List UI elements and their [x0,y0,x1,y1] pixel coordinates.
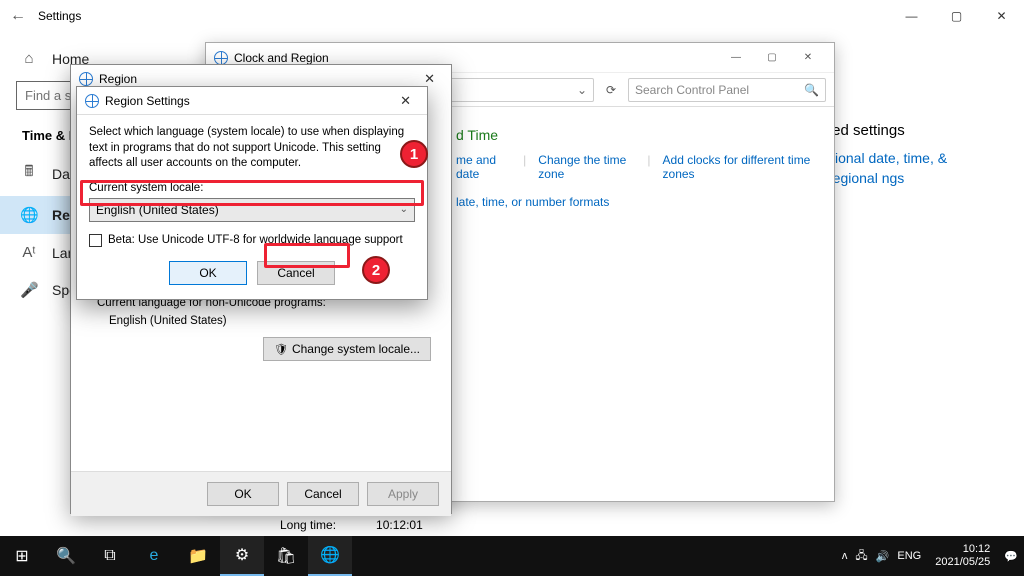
apply-button[interactable]: Apply [367,482,439,506]
close-button[interactable]: ✕ [790,46,826,70]
ok-button[interactable]: OK [169,261,247,285]
related-settings: ted settings itional date, time, & regio… [828,122,998,188]
action-center-button[interactable]: 💬 [1004,550,1018,563]
close-button[interactable]: ✕ [979,0,1024,32]
search-button[interactable]: 🔍 [44,536,88,576]
current-locale-label: Current system locale: [89,182,415,194]
cancel-button[interactable]: Cancel [257,261,335,285]
region-settings-titlebar[interactable]: Region Settings ✕ [77,87,427,115]
link-change-formats[interactable]: late, time, or number formats [456,195,814,209]
change-system-locale-button[interactable]: Change system locale... [263,337,431,361]
taskbar-tray: ʌ 🖧 🔊 ENG 10:12 2021/05/25 💬 [842,543,1024,568]
chevron-down-icon: ⌄ [400,204,408,215]
close-button[interactable]: ✕ [392,91,419,111]
globe-icon: 🌐 [20,206,38,224]
control-panel-search[interactable]: Search Control Panel 🔍 [628,78,826,102]
date-time-links: me and date| Change the time zone| Add c… [456,153,814,181]
tray-network-icon[interactable]: 🖧 [855,547,867,566]
system-locale-combobox[interactable]: English (United States) ⌄ [89,198,415,222]
settings-title: Settings [38,9,81,23]
taskbar-clock[interactable]: 10:12 2021/05/25 [929,543,996,568]
taskbar-app-explorer[interactable]: 📁 [176,536,220,576]
chevron-down-icon: ⌄ [577,83,587,97]
region-settings-icon [85,94,99,108]
clock-icon: 🖩 [20,161,38,186]
cancel-button[interactable]: Cancel [287,482,359,506]
long-time-row: Long time: 10:12:01 [280,518,423,532]
region-settings-description: Select which language (system locale) to… [89,125,415,172]
non-unicode-value: English (United States) [109,315,437,327]
home-icon: ⌂ [20,50,38,67]
related-heading: ted settings [828,122,998,139]
region-dialog-footer: OK Cancel Apply [71,471,451,516]
search-icon: 🔍 [804,83,819,97]
refresh-button[interactable]: ⟳ [600,83,622,97]
region-settings-dialog: Region Settings ✕ Select which language … [76,86,428,300]
settings-window-buttons: — ▢ ✕ [889,0,1024,32]
related-link[interactable]: itional date, time, & regional ngs [828,149,998,188]
maximize-button[interactable]: ▢ [934,0,979,32]
beta-utf8-checkbox[interactable]: Beta: Use Unicode UTF-8 for worldwide la… [89,234,415,247]
taskbar-app-ie[interactable]: e [132,536,176,576]
back-icon[interactable]: ← [10,7,38,25]
tray-language[interactable]: ENG [897,550,921,562]
mic-icon: 🎤 [20,281,38,299]
tray-volume-icon[interactable]: 🔊 [876,550,890,563]
ok-button[interactable]: OK [207,482,279,506]
maximize-button[interactable]: ▢ [754,46,790,70]
task-view-button[interactable]: ⧉ [88,536,132,576]
settings-titlebar: ← Settings — ▢ ✕ [0,0,1024,32]
minimize-button[interactable]: — [718,46,754,70]
taskbar: ⊞ 🔍 ⧉ e 📁 ⚙ 🛍 🌐 ʌ 🖧 🔊 ENG 10:12 2021/05/… [0,536,1024,576]
taskbar-app-store[interactable]: 🛍 [264,536,308,576]
checkbox-box [89,234,102,247]
control-panel-icon [214,51,228,65]
language-icon: Aᵗ [20,244,38,261]
link-change-timezone[interactable]: Change the time zone [538,153,635,181]
link-additional-clocks[interactable]: Add clocks for different time zones [663,153,814,181]
start-button[interactable]: ⊞ [0,536,44,576]
tray-chevron-icon[interactable]: ʌ [842,550,848,562]
region-icon [79,72,93,86]
taskbar-app-control-panel[interactable]: 🌐 [308,536,352,576]
taskbar-app-settings[interactable]: ⚙ [220,536,264,576]
link-set-time-date[interactable]: me and date [456,153,511,181]
minimize-button[interactable]: — [889,0,934,32]
date-time-heading[interactable]: d Time [456,127,814,143]
